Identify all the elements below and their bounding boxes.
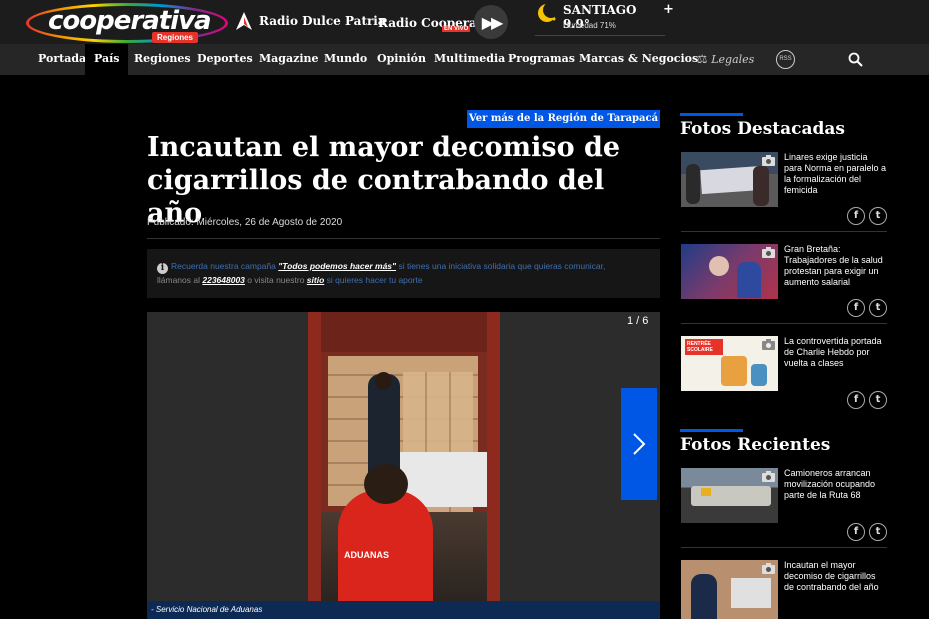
scale-icon: ⚖ — [697, 52, 708, 66]
divider — [147, 238, 660, 239]
twitter-icon[interactable]: t — [869, 391, 887, 409]
thumb-packs — [731, 578, 771, 608]
campaign-text-1: Recuerda nuestra campaña — [171, 261, 279, 271]
play-icon: ▶▶ — [481, 12, 504, 32]
camera-icon — [762, 471, 775, 482]
featured-photos-title: Fotos Destacadas — [680, 119, 845, 139]
info-icon: i — [157, 263, 168, 274]
card-separator — [681, 323, 887, 324]
facebook-icon[interactable]: f — [847, 299, 865, 317]
nav-item-legales[interactable]: ⚖ Legales — [697, 44, 754, 75]
moon-icon — [538, 2, 559, 22]
twitter-icon[interactable]: t — [869, 523, 887, 541]
facebook-icon[interactable]: f — [847, 523, 865, 541]
campaign-text-2: si tienes una iniciativa solidaria que q… — [396, 261, 606, 271]
featured-thumb[interactable] — [681, 244, 778, 299]
thumb-person — [691, 574, 717, 619]
play-radio-button[interactable]: ▶▶ — [474, 5, 508, 39]
campaign-link[interactable]: "Todos podemos hacer más" — [278, 261, 396, 271]
photo-jacket-label: ADUANAS — [344, 550, 389, 560]
twitter-icon[interactable]: t — [869, 207, 887, 225]
nav-item-multimedia[interactable]: Multimedia — [434, 44, 505, 75]
weather-expand-button[interactable]: + — [663, 2, 674, 17]
photo-worker-back-head — [375, 372, 392, 390]
nav-item-programas[interactable]: Programas — [508, 44, 575, 75]
gallery-counter: 1 / 6 — [627, 315, 649, 327]
featured-card-title[interactable]: Gran Bretaña: Trabajadores de la salud p… — [784, 244, 888, 288]
nav-item-pais[interactable]: País — [85, 44, 129, 75]
nav-item-regiones[interactable]: Regiones — [134, 44, 191, 75]
recent-thumb[interactable] — [681, 560, 778, 619]
radio-dulce-patria-label: Radio Dulce Patria — [259, 14, 386, 28]
recent-thumb[interactable] — [681, 468, 778, 523]
thumb-drawing-2 — [751, 364, 767, 386]
facebook-icon[interactable]: f — [847, 207, 865, 225]
thumb-headline: RENTRÉE SCOLAIRE — [685, 339, 723, 355]
star-logo-icon — [236, 12, 252, 30]
recent-photos-title: Fotos Recientes — [680, 435, 831, 455]
site-logo[interactable]: cooperativa Regiones — [26, 3, 228, 43]
thumb-face — [709, 256, 729, 276]
campaign-site-link[interactable]: sitio — [307, 275, 324, 285]
campaign-phone-link[interactable]: 223648003 — [202, 275, 245, 285]
featured-thumb[interactable]: RENTRÉE SCOLAIRE — [681, 336, 778, 391]
published-date: Publicado: Miércoles, 26 de Agosto de 20… — [147, 217, 343, 228]
camera-icon — [762, 563, 775, 574]
region-tag-button[interactable]: Ver más de la Región de Tarapacá — [467, 110, 660, 128]
nav-item-marcas-negocios[interactable]: Marcas & Negocios — [579, 44, 698, 75]
facebook-icon[interactable]: f — [847, 391, 865, 409]
nav-item-mundo[interactable]: Mundo — [324, 44, 367, 75]
campaign-notice: i Recuerda nuestra campaña "Todos podemos… — [147, 249, 660, 298]
rss-icon[interactable]: RSS — [776, 50, 795, 69]
campaign-text-3: llámanos al — [157, 275, 203, 285]
nav-item-portada[interactable]: Portada — [38, 44, 86, 75]
featured-card-title[interactable]: La controvertida portada de Charlie Hebd… — [784, 336, 888, 369]
campaign-text-5: si quieres hacer tu aporte — [324, 275, 423, 285]
gallery-photo[interactable]: ADUANAS — [308, 312, 500, 602]
thumb-truck-light — [701, 488, 711, 496]
section-accent-bar — [680, 429, 743, 432]
nav-item-magazine[interactable]: Magazine — [259, 44, 319, 75]
weather-humidity: Humedad 71% — [563, 21, 616, 30]
featured-thumb[interactable] — [681, 152, 778, 207]
thumb-person — [686, 164, 700, 204]
photo-truck-top — [308, 312, 500, 352]
thumb-person — [737, 262, 761, 298]
radio-dulce-patria-link[interactable]: Radio Dulce Patria — [236, 12, 386, 30]
nav-item-opinion[interactable]: Opinión — [377, 44, 426, 75]
camera-icon — [762, 339, 775, 350]
card-separator — [681, 547, 887, 548]
recent-card-title[interactable]: Camioneros arrancan movilización ocupand… — [784, 468, 888, 501]
photo-worker-head — [364, 464, 408, 504]
recent-card-title[interactable]: Incautan el mayor decomiso de cigarrillo… — [784, 560, 888, 593]
photo-frame-right — [487, 312, 500, 602]
logo-badge: Regiones — [152, 32, 199, 43]
twitter-icon[interactable]: t — [869, 299, 887, 317]
photo-worker-jacket — [338, 490, 433, 602]
camera-icon — [762, 155, 775, 166]
gallery-next-button[interactable] — [621, 388, 657, 500]
article-headline: Incautan el mayor decomiso de cigarrillo… — [147, 132, 621, 229]
thumb-drawing — [721, 356, 747, 386]
main-nav: Portada País Regiones Deportes Magazine … — [0, 44, 929, 75]
section-accent-bar — [680, 113, 743, 116]
nav-item-deportes[interactable]: Deportes — [197, 44, 253, 75]
card-separator — [681, 231, 887, 232]
top-bar: cooperativa Regiones Radio Dulce Patria … — [0, 0, 929, 44]
legales-label: Legales — [711, 53, 755, 66]
campaign-text-4: o visita nuestro — [244, 275, 307, 285]
live-badge: EN VIVO — [442, 26, 471, 32]
weather-widget[interactable]: SANTIAGO 9.9° Humedad 71% — [535, 0, 665, 36]
chevron-right-icon — [633, 433, 646, 455]
search-icon[interactable] — [848, 52, 863, 67]
camera-icon — [762, 247, 775, 258]
featured-card-title[interactable]: Linares exige justicia para Norma en par… — [784, 152, 888, 196]
photo-frame-left — [308, 312, 321, 602]
gallery-caption: - Servicio Nacional de Aduanas — [147, 601, 660, 619]
thumb-person-2 — [753, 166, 769, 206]
photo-gallery: ADUANAS 1 / 6 - Servicio Nacional de Adu… — [147, 312, 660, 619]
